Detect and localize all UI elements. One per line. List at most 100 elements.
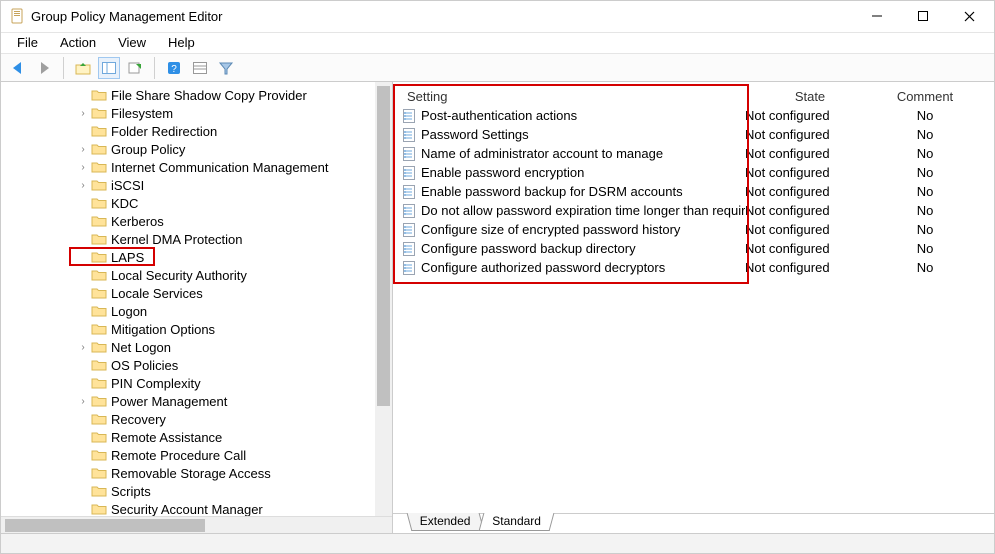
tree-item[interactable]: File Share Shadow Copy Provider [1, 86, 392, 104]
tree-item[interactable]: KDC [1, 194, 392, 212]
tree-item-label: Mitigation Options [111, 322, 215, 337]
tree-item[interactable]: ›Internet Communication Management [1, 158, 392, 176]
folder-icon [91, 268, 107, 282]
folder-icon [91, 250, 107, 264]
policy-icon [401, 184, 417, 200]
back-arrow-icon[interactable] [7, 57, 29, 79]
tree-item[interactable]: ›Net Logon [1, 338, 392, 356]
policy-icon [401, 203, 417, 219]
setting-comment: No [875, 241, 975, 256]
tree-item[interactable]: Logon [1, 302, 392, 320]
horizontal-scrollbar[interactable] [1, 516, 392, 533]
tree-item[interactable]: Kerberos [1, 212, 392, 230]
export-icon[interactable] [124, 57, 146, 79]
menu-help[interactable]: Help [158, 33, 205, 52]
minimize-button[interactable] [854, 1, 900, 31]
tree-item-label: Folder Redirection [111, 124, 217, 139]
tree-item-label: Group Policy [111, 142, 185, 157]
setting-name: Configure authorized password decryptors [421, 260, 665, 275]
expander-icon[interactable]: › [77, 180, 89, 191]
tree-item[interactable]: Remote Procedure Call [1, 446, 392, 464]
column-setting[interactable]: Setting [395, 89, 745, 104]
folder-icon [91, 430, 107, 444]
column-comment[interactable]: Comment [875, 89, 975, 104]
menu-action[interactable]: Action [50, 33, 106, 52]
tree-item[interactable]: Kernel DMA Protection [1, 230, 392, 248]
setting-state: Not configured [745, 203, 875, 218]
tree-item[interactable]: Recovery [1, 410, 392, 428]
tree-item[interactable]: Removable Storage Access [1, 464, 392, 482]
up-folder-icon[interactable] [72, 57, 94, 79]
tree-item-label: PIN Complexity [111, 376, 201, 391]
folder-icon [91, 502, 107, 516]
tree-item-label: Filesystem [111, 106, 173, 121]
policy-icon [401, 108, 417, 124]
expander-icon[interactable]: › [77, 144, 89, 155]
vertical-scrollbar[interactable] [375, 82, 392, 516]
tree-item-label: Power Management [111, 394, 227, 409]
tree-item[interactable]: › Filesystem [1, 104, 392, 122]
setting-row[interactable]: Configure password backup directoryNot c… [395, 239, 992, 258]
setting-row[interactable]: Enable password encryptionNot configured… [395, 163, 992, 182]
tree-item[interactable]: › Group Policy [1, 140, 392, 158]
expander-icon[interactable]: › [77, 396, 89, 407]
tree-item[interactable]: › Power Management [1, 392, 392, 410]
tree-item[interactable]: ›iSCSI [1, 176, 392, 194]
setting-row[interactable]: Post-authentication actionsNot configure… [395, 106, 992, 125]
tree-item[interactable]: Remote Assistance [1, 428, 392, 446]
tree-item[interactable]: Mitigation Options [1, 320, 392, 338]
folder-icon [91, 394, 107, 408]
filter-icon[interactable] [215, 57, 237, 79]
statusbar [1, 533, 994, 553]
toolbar: ? [1, 54, 994, 82]
grid-header: Setting State Comment [395, 86, 992, 106]
tree-item[interactable]: Scripts [1, 482, 392, 500]
setting-name: Post-authentication actions [421, 108, 577, 123]
tree-pane: File Share Shadow Copy Provider › Filesyst… [1, 82, 393, 533]
tree-item-label: Locale Services [111, 286, 203, 301]
column-state[interactable]: State [745, 89, 875, 104]
folder-icon [91, 214, 107, 228]
properties-pane-icon[interactable] [98, 57, 120, 79]
setting-row[interactable]: Enable password backup for DSRM accounts… [395, 182, 992, 201]
setting-state: Not configured [745, 146, 875, 161]
details-icon[interactable] [189, 57, 211, 79]
tab-extended[interactable]: Extended [407, 513, 485, 531]
menubar: File Action View Help [1, 33, 994, 55]
setting-state: Not configured [745, 184, 875, 199]
folder-icon [91, 160, 107, 174]
tree-item[interactable]: Locale Services [1, 284, 392, 302]
setting-row[interactable]: Password SettingsNot configuredNo [395, 125, 992, 144]
policy-icon [401, 146, 417, 162]
setting-row[interactable]: Configure authorized password decryptors… [395, 258, 992, 277]
tree-item-label: File Share Shadow Copy Provider [111, 88, 307, 103]
folder-icon [91, 358, 107, 372]
forward-arrow-icon[interactable] [33, 57, 55, 79]
tab-standard[interactable]: Standard [478, 513, 554, 531]
setting-comment: No [875, 222, 975, 237]
tree-item[interactable]: PIN Complexity [1, 374, 392, 392]
setting-row[interactable]: Do not allow password expiration time lo… [395, 201, 992, 220]
folder-icon [91, 142, 107, 156]
setting-state: Not configured [745, 260, 875, 275]
detail-tabbar: Extended Standard [393, 513, 994, 533]
tree-item[interactable]: LAPS [1, 248, 392, 266]
help-icon[interactable]: ? [163, 57, 185, 79]
menu-view[interactable]: View [108, 33, 156, 52]
maximize-button[interactable] [900, 1, 946, 31]
menu-file[interactable]: File [7, 33, 48, 52]
tree-item[interactable]: Security Account Manager [1, 500, 392, 516]
folder-icon [91, 178, 107, 192]
tree-item[interactable]: OS Policies [1, 356, 392, 374]
expander-icon[interactable]: › [77, 108, 89, 119]
expander-icon[interactable]: › [77, 342, 89, 353]
tree-item-label: Local Security Authority [111, 268, 247, 283]
tree-item[interactable]: Local Security Authority [1, 266, 392, 284]
setting-row[interactable]: Configure size of encrypted password his… [395, 220, 992, 239]
setting-row[interactable]: Name of administrator account to manageN… [395, 144, 992, 163]
folder-icon [91, 340, 107, 354]
policy-icon [401, 260, 417, 276]
close-button[interactable] [946, 1, 992, 31]
expander-icon[interactable]: › [77, 162, 89, 173]
tree-item[interactable]: Folder Redirection [1, 122, 392, 140]
